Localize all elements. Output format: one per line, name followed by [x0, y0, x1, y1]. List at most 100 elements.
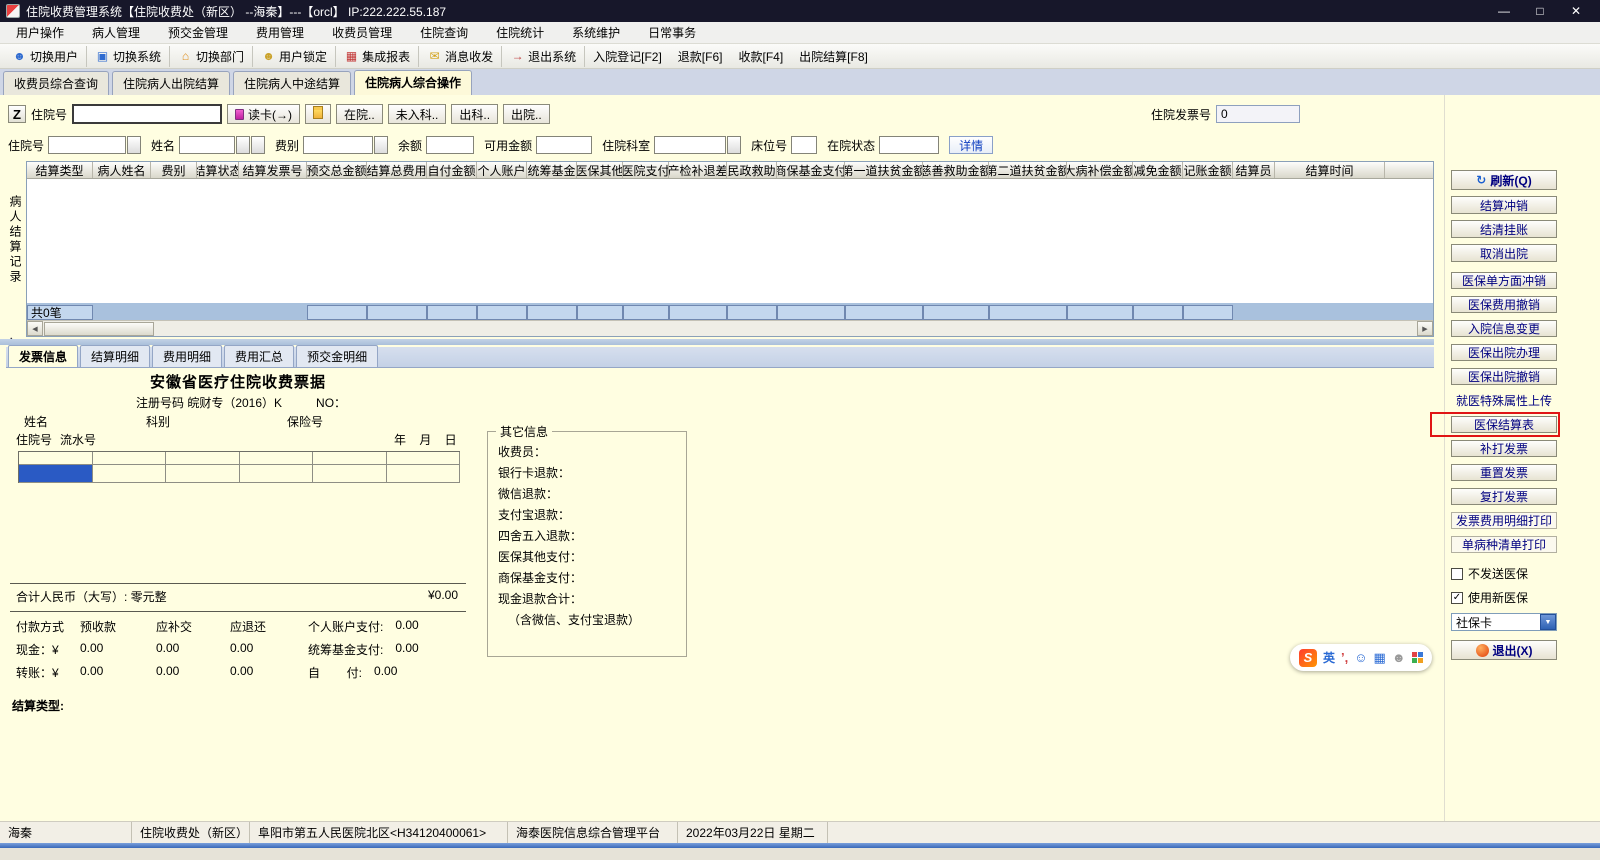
menu-item[interactable]: 收费员管理 — [318, 22, 406, 43]
sidebar-button[interactable]: 结清挂账 — [1451, 220, 1557, 238]
toolbar-button[interactable]: 切换系统 — [86, 45, 169, 67]
column-header[interactable]: 结算发票号 — [239, 162, 307, 178]
toolbar-button[interactable]: 消息收发 — [418, 45, 501, 67]
read-card-button[interactable]: 读卡(→) — [227, 104, 301, 124]
column-header[interactable]: 商保基金支付 — [777, 162, 845, 178]
column-header[interactable]: 记账金额 — [1183, 162, 1233, 178]
toolbar-button[interactable]: 切换部门 — [169, 45, 252, 67]
sidebar-button[interactable]: 医保结算表 — [1430, 412, 1560, 437]
quick-filter-button[interactable]: 出院.. — [503, 104, 550, 124]
toolbar-button[interactable]: 集成报表 — [335, 45, 418, 67]
column-header[interactable]: 第一道扶贫金额 — [845, 162, 923, 178]
quick-filter-button[interactable]: 出科.. — [451, 104, 499, 124]
filter-field-button[interactable] — [251, 136, 266, 154]
refresh-button[interactable]: ↻ 刷新(Q) — [1451, 170, 1557, 190]
sidebar-button[interactable]: 复打发票 — [1451, 488, 1557, 505]
toolbar-button[interactable]: 退出系统 — [501, 45, 584, 67]
toolbar-button[interactable]: 退款[F6] — [670, 46, 731, 67]
sidebar-button[interactable]: 取消出院 — [1451, 244, 1557, 262]
column-header[interactable]: 结算员 — [1233, 162, 1275, 178]
invoice-no-value[interactable]: 0 — [1216, 105, 1300, 123]
column-header[interactable]: 第二道扶贫金额 — [989, 162, 1067, 178]
ime-emoji-icon[interactable]: ☺ — [1354, 651, 1367, 664]
sidebar-button[interactable]: 发票费用明细打印 — [1451, 512, 1557, 529]
card-type-select[interactable]: 社保卡 ▼ — [1451, 613, 1557, 631]
sidebar-checkbox[interactable]: 不发送医保 — [1451, 565, 1528, 582]
column-header[interactable]: 医院支付 — [623, 162, 669, 178]
toolbar-button[interactable]: 出院结算[F8] — [791, 46, 876, 67]
scroll-thumb[interactable] — [44, 321, 154, 336]
column-header[interactable]: 大病补偿金额 — [1067, 162, 1133, 178]
detail-tab[interactable]: 发票信息 — [8, 345, 79, 367]
menu-item[interactable]: 系统维护 — [558, 22, 634, 43]
sidebar-button[interactable]: 医保出院撤销 — [1451, 368, 1557, 385]
folder-button[interactable] — [305, 104, 332, 124]
column-header[interactable]: 费别 — [151, 162, 197, 178]
sidebar-button[interactable]: 医保单方面冲销 — [1451, 272, 1557, 289]
menu-item[interactable]: 预交金管理 — [154, 22, 242, 43]
toolbar-button[interactable]: 入院登记[F2] — [584, 45, 670, 67]
minimize-button[interactable]: — — [1486, 0, 1522, 22]
column-header[interactable]: 结算总费用 — [367, 162, 427, 178]
column-header[interactable]: 医保其他 — [577, 162, 623, 178]
z-button[interactable]: Z — [8, 105, 26, 123]
sidebar-button[interactable]: 单病种清单打印 — [1451, 536, 1557, 553]
detail-button[interactable]: 详情 — [949, 136, 994, 154]
column-header[interactable]: 产检补退差 — [669, 162, 727, 178]
column-header[interactable]: 病人姓名 — [93, 162, 151, 178]
filter-field-button[interactable] — [236, 136, 251, 154]
column-header[interactable]: 统筹基金 — [527, 162, 577, 178]
menu-item[interactable]: 住院统计 — [482, 22, 558, 43]
maximize-button[interactable]: □ — [1522, 0, 1558, 22]
column-header[interactable]: 慈善救助金额 — [923, 162, 989, 178]
page-tab[interactable]: 收费员综合查询 — [3, 71, 110, 95]
page-tab[interactable]: 住院病人出院结算 — [112, 71, 231, 95]
column-header[interactable]: 结算类型 — [27, 162, 93, 178]
filter-field-input[interactable] — [179, 136, 236, 154]
ime-toolbox-icon[interactable] — [1411, 652, 1423, 663]
filter-field-input[interactable] — [536, 136, 593, 154]
detail-tab[interactable]: 预交金明细 — [296, 345, 379, 367]
scroll-left-icon[interactable]: ◀ — [27, 321, 43, 336]
column-header[interactable]: 结算状态 — [197, 162, 239, 178]
sidebar-button[interactable]: 入院信息变更 — [1451, 320, 1557, 337]
sidebar-button[interactable]: 医保费用撤销 — [1451, 296, 1557, 313]
ime-language-toggle[interactable]: 英 — [1323, 649, 1335, 666]
sidebar-button[interactable]: 就医特殊属性上传 — [1451, 392, 1557, 409]
menu-item[interactable]: 住院查询 — [406, 22, 482, 43]
filter-field-input[interactable] — [48, 136, 127, 154]
sidebar-button[interactable]: 医保出院办理 — [1451, 344, 1557, 361]
hospital-no-input[interactable] — [72, 104, 223, 124]
column-header[interactable]: 预交总金额 — [307, 162, 367, 178]
exit-button[interactable]: 退出(X) — [1451, 640, 1557, 660]
sidebar-checkbox[interactable]: 使用新医保 — [1451, 589, 1528, 606]
filter-field-button[interactable] — [374, 136, 389, 154]
column-header[interactable]: 个人账户 — [477, 162, 527, 178]
filter-field-button[interactable] — [727, 136, 742, 154]
column-header[interactable]: 民政救助 — [727, 162, 777, 178]
filter-field-input[interactable] — [303, 136, 374, 154]
sidebar-button[interactable]: 结算冲销 — [1451, 196, 1557, 214]
quick-filter-button[interactable]: 未入科.. — [387, 104, 447, 124]
filter-field-input[interactable] — [879, 136, 940, 154]
filter-field-input[interactable] — [654, 136, 727, 154]
column-header[interactable]: 结算时间 — [1275, 162, 1385, 178]
toolbar-button[interactable]: 收款[F4] — [730, 46, 791, 67]
filter-field-button[interactable] — [127, 136, 142, 154]
close-button[interactable]: ✕ — [1558, 0, 1594, 22]
detail-tab[interactable]: 费用汇总 — [224, 345, 295, 367]
quick-filter-button[interactable]: 在院.. — [336, 104, 383, 124]
menu-item[interactable]: 费用管理 — [242, 22, 318, 43]
sidebar-button[interactable]: 补打发票 — [1451, 440, 1557, 457]
ime-keyboard-icon[interactable]: ▦ — [1374, 651, 1386, 664]
page-tab[interactable]: 住院病人综合操作 — [354, 70, 473, 95]
filter-field-input[interactable] — [791, 136, 818, 154]
horizontal-scrollbar[interactable]: ◀ ▶ — [27, 320, 1433, 336]
page-tab[interactable]: 住院病人中途结算 — [233, 71, 352, 95]
ime-punctuation-icon[interactable]: ’, — [1341, 651, 1348, 664]
column-header[interactable]: 减免金额 — [1133, 162, 1183, 178]
scroll-right-icon[interactable]: ▶ — [1417, 321, 1433, 336]
sogou-logo-icon[interactable]: S — [1299, 648, 1317, 667]
menu-item[interactable]: 用户操作 — [2, 22, 78, 43]
toolbar-button[interactable]: 切换用户 — [4, 46, 86, 67]
